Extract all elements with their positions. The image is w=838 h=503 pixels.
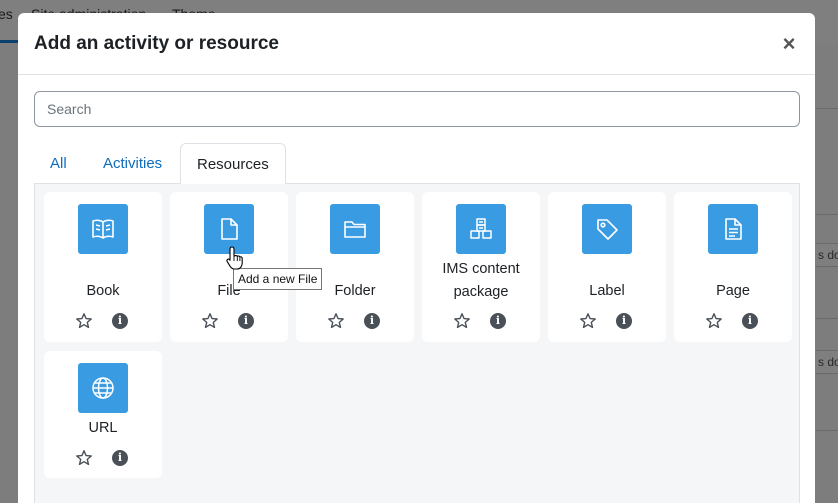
module-card-page[interactable]: Page i bbox=[674, 192, 792, 342]
activity-chooser-modal: Add an activity or resource × All Activi… bbox=[18, 13, 815, 503]
book-icon[interactable] bbox=[78, 204, 128, 254]
star-icon[interactable] bbox=[453, 312, 471, 330]
info-icon[interactable]: i bbox=[490, 313, 506, 329]
star-icon[interactable] bbox=[705, 312, 723, 330]
module-name: Page bbox=[716, 283, 750, 299]
info-icon[interactable]: i bbox=[616, 313, 632, 329]
star-icon[interactable] bbox=[579, 312, 597, 330]
module-card-label[interactable]: Label i bbox=[548, 192, 666, 342]
tab-resources[interactable]: Resources bbox=[180, 143, 286, 185]
info-icon[interactable]: i bbox=[742, 313, 758, 329]
module-card-book[interactable]: Book i bbox=[44, 192, 162, 342]
module-card-ims-content-package[interactable]: IMS content package i bbox=[422, 192, 540, 342]
page-icon[interactable] bbox=[708, 204, 758, 254]
module-name: Label bbox=[589, 283, 625, 299]
background-divider bbox=[816, 430, 838, 431]
search-input[interactable] bbox=[34, 91, 800, 127]
star-icon[interactable] bbox=[201, 312, 219, 330]
module-name: IMS content package bbox=[442, 261, 520, 300]
background-divider bbox=[816, 318, 838, 319]
star-icon[interactable] bbox=[327, 312, 345, 330]
module-card-url[interactable]: URL i bbox=[44, 351, 162, 478]
module-card-folder[interactable]: Folder i bbox=[296, 192, 414, 342]
background-nav-item: es bbox=[0, 6, 13, 22]
star-icon[interactable] bbox=[75, 312, 93, 330]
background-row-fragment: s do bbox=[816, 350, 838, 374]
tab-activities[interactable]: Activities bbox=[87, 143, 178, 184]
module-name: URL bbox=[88, 420, 118, 436]
close-button[interactable]: × bbox=[778, 33, 800, 55]
modal-title: Add an activity or resource bbox=[34, 33, 279, 54]
module-grid: Book i File i Folder i IMS content packa… bbox=[34, 184, 800, 503]
info-icon[interactable]: i bbox=[238, 313, 254, 329]
info-icon[interactable]: i bbox=[112, 450, 128, 466]
background-row-fragment: s do bbox=[816, 243, 838, 267]
info-icon[interactable]: i bbox=[364, 313, 380, 329]
folder-icon[interactable] bbox=[330, 204, 380, 254]
tab-all[interactable]: All bbox=[34, 143, 83, 184]
module-name: Book bbox=[86, 283, 120, 299]
background-divider bbox=[816, 214, 838, 215]
info-icon[interactable]: i bbox=[112, 313, 128, 329]
tag-icon[interactable] bbox=[582, 204, 632, 254]
star-icon[interactable] bbox=[75, 449, 93, 467]
background-nav-underline bbox=[0, 40, 18, 43]
background-divider bbox=[816, 108, 838, 109]
package-icon[interactable] bbox=[456, 204, 506, 254]
modal-header: Add an activity or resource × bbox=[18, 13, 815, 75]
globe-icon[interactable] bbox=[78, 363, 128, 413]
tab-bar: All Activities Resources bbox=[34, 143, 800, 185]
tooltip: Add a new File bbox=[233, 268, 323, 290]
hand-cursor-icon bbox=[226, 246, 243, 270]
